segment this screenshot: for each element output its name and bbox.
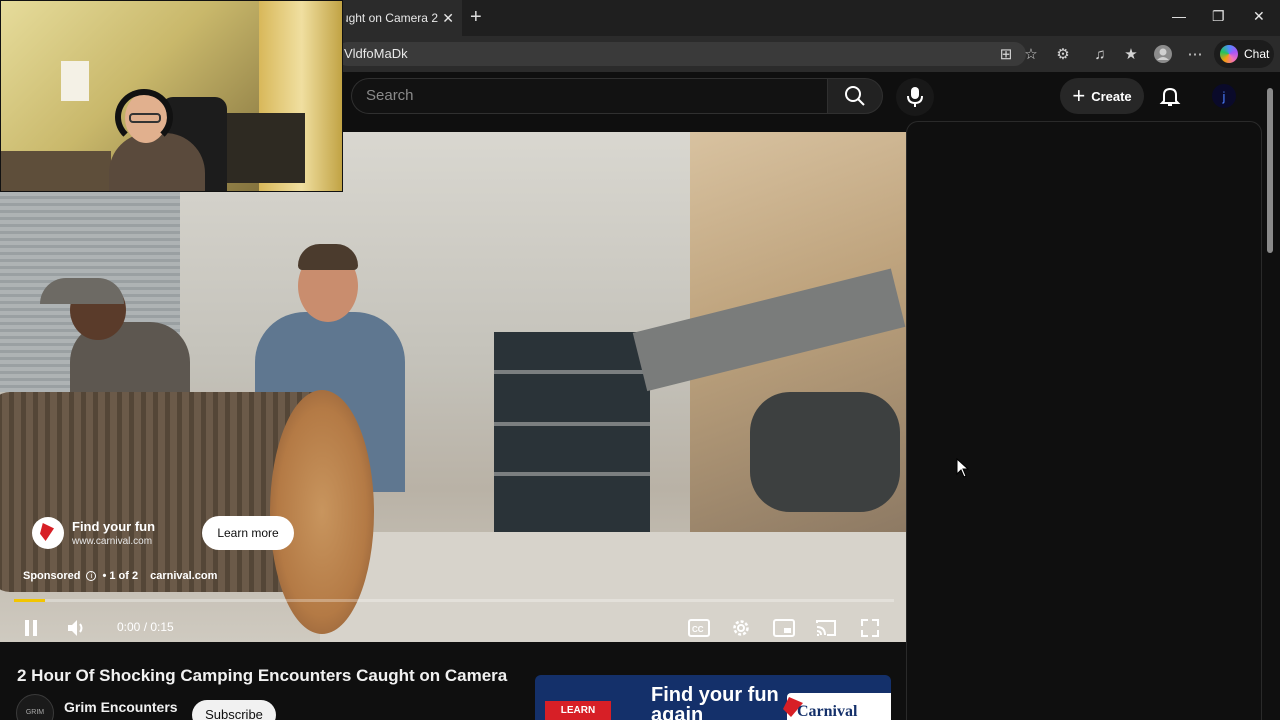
pause-button[interactable] xyxy=(18,616,44,640)
volume-button[interactable] xyxy=(64,616,90,640)
media-control-icon[interactable]: ♫ xyxy=(1090,44,1110,64)
subscribe-button[interactable]: Subscribe xyxy=(192,700,276,720)
sponsored-label: Sponsored xyxy=(23,570,81,582)
webcam-overlay xyxy=(0,0,343,192)
webcam-monitor xyxy=(215,113,305,183)
favorite-star-icon[interactable]: ☆ xyxy=(1021,44,1041,64)
plus-icon: + xyxy=(1072,83,1086,108)
sponsored-line: Sponsored i • 1 of 2 carnival.com xyxy=(23,570,217,582)
favorites-icon[interactable]: ★ xyxy=(1121,44,1141,64)
voice-search-button[interactable] xyxy=(896,78,934,116)
channel-avatar-text: GRIM xyxy=(25,709,45,716)
channel-avatar[interactable]: GRIM xyxy=(16,694,54,720)
ad-overlay-card[interactable]: Find your fun www.carnival.com Learn mor… xyxy=(24,510,294,556)
gear-icon xyxy=(733,620,749,636)
video-frame-cap xyxy=(40,278,124,304)
video-frame-shelf xyxy=(494,472,650,476)
secondary-column-panel xyxy=(906,121,1262,720)
time-display: 0:00 / 0:15 xyxy=(117,620,174,634)
copilot-icon xyxy=(1220,45,1238,63)
tab-title: 2 Hour Of Shocking Camping Encounters Ca… xyxy=(346,11,438,25)
ad-position: • 1 of 2 xyxy=(102,570,139,582)
search-placeholder: Search xyxy=(366,87,414,104)
learn-more-button[interactable]: Learn more xyxy=(202,516,294,550)
video-player[interactable]: Find your fun www.carnival.com Learn mor… xyxy=(0,132,906,642)
info-icon[interactable]: i xyxy=(86,571,97,581)
browser-tab[interactable]: 2 Hour Of Shocking Camping Encounters Ca… xyxy=(336,0,462,36)
account-avatar[interactable]: j xyxy=(1212,84,1236,108)
banner-brand-logo: Carnival xyxy=(783,693,891,720)
banner-learn-more-button[interactable]: LEARN MORE xyxy=(545,701,611,720)
mouse-cursor-icon xyxy=(956,458,970,478)
banner-headline: Find your fun again xyxy=(651,684,779,720)
video-frame-shelves xyxy=(494,332,650,532)
profile-icon[interactable] xyxy=(1153,44,1173,64)
app-available-icon[interactable]: ⊞ xyxy=(996,44,1016,64)
captions-icon: CC xyxy=(688,619,710,637)
chat-label: Chat xyxy=(1244,47,1270,61)
create-label: Create xyxy=(1091,88,1132,104)
ad-domain: www.carnival.com xyxy=(72,536,153,547)
fullscreen-button[interactable] xyxy=(857,616,883,640)
search-button[interactable] xyxy=(827,78,883,114)
video-title: 2 Hour Of Shocking Camping Encounters Ca… xyxy=(17,666,508,685)
avatar-letter: j xyxy=(1222,89,1226,104)
close-window-icon[interactable]: ✕ xyxy=(1253,8,1265,25)
search-icon xyxy=(845,86,865,106)
cast-icon xyxy=(816,620,836,636)
url-text: VldfoMaDk xyxy=(344,46,408,61)
video-frame-log-end xyxy=(270,390,374,634)
pause-icon xyxy=(25,620,37,636)
search-input[interactable]: Search xyxy=(351,78,827,114)
miniplayer-icon xyxy=(773,619,795,637)
webcam-glasses xyxy=(129,113,161,123)
address-bar[interactable]: VldfoMaDk xyxy=(336,42,1026,66)
minimize-icon[interactable]: — xyxy=(1172,8,1186,24)
notifications-bell-icon[interactable] xyxy=(1158,84,1182,108)
fullscreen-icon xyxy=(861,619,879,637)
new-tab-icon[interactable]: + xyxy=(470,6,482,29)
sponsor-domain[interactable]: carnival.com xyxy=(150,570,217,582)
captions-button[interactable]: CC xyxy=(686,616,712,640)
microphone-icon xyxy=(907,87,923,107)
companion-banner-ad[interactable]: LEARN MORE Find your fun again Carnival xyxy=(535,675,891,720)
video-frame-hair xyxy=(298,244,358,270)
video-frame-saw-motor xyxy=(750,392,900,512)
banner-brand-name: Carnival xyxy=(797,703,858,720)
more-menu-icon[interactable]: ⋯ xyxy=(1185,44,1205,64)
extensions-icon[interactable]: ⚙ xyxy=(1053,44,1073,64)
webcam-desk xyxy=(1,151,111,191)
miniplayer-button[interactable] xyxy=(771,616,797,640)
progress-bar[interactable] xyxy=(14,599,894,602)
close-tab-icon[interactable]: ✕ xyxy=(442,10,454,27)
webcam-wall-note xyxy=(61,61,89,101)
create-button[interactable]: + Create xyxy=(1060,78,1144,114)
video-frame-shelf xyxy=(494,422,650,426)
cast-button[interactable] xyxy=(813,616,839,640)
restore-icon[interactable]: ❐ xyxy=(1212,8,1225,25)
svg-text:CC: CC xyxy=(692,625,704,634)
copilot-chat-button[interactable]: Chat xyxy=(1214,40,1274,68)
carnival-logo-icon xyxy=(32,517,64,549)
volume-icon xyxy=(68,620,83,636)
page-scrollbar-thumb[interactable] xyxy=(1267,88,1273,253)
video-frame-shelf xyxy=(494,370,650,374)
settings-button[interactable] xyxy=(728,616,754,640)
ad-title: Find your fun xyxy=(72,519,156,534)
progress-bar-fill xyxy=(14,599,45,602)
channel-name[interactable]: Grim Encounters xyxy=(64,699,178,715)
